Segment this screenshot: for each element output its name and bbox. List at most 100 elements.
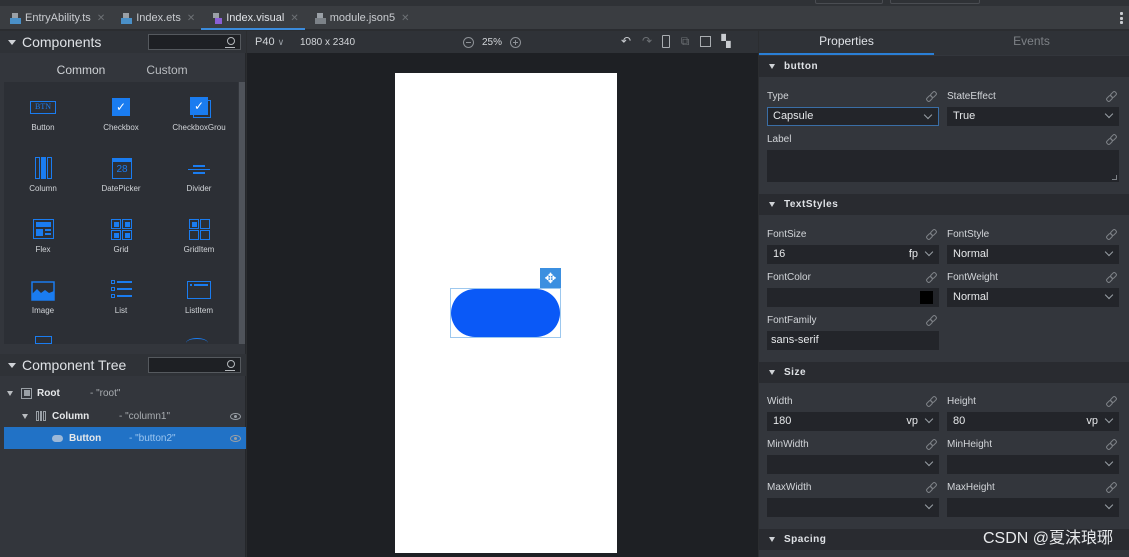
palette-item-label: ListItem [184,306,213,315]
section-button[interactable]: button [759,56,1129,77]
palette-item-divider[interactable]: Divider [160,147,238,207]
link-icon[interactable] [926,229,936,239]
collapse-triangle-icon [769,64,775,69]
palette-item-label: Divider [186,184,212,193]
minheight-input[interactable] [947,455,1119,474]
collapse-triangle-icon [769,202,775,207]
device-selector[interactable]: P40 ∨ [255,36,284,48]
maxwidth-input[interactable] [767,498,939,517]
close-icon[interactable]: ✕ [401,13,409,24]
link-icon[interactable] [1106,134,1116,144]
palette-item-griditem[interactable]: GridItem [160,208,238,268]
palette-item-label: List [114,306,128,315]
undo-icon[interactable]: ↶ [620,35,632,48]
fontweight-select[interactable]: Normal [947,288,1119,307]
palette-item-grid[interactable]: Grid [82,208,160,268]
more-options-icon[interactable] [1120,12,1123,24]
editor-tab-bar: EntryAbility.ts ✕ Index.ets ✕ Index.visu… [0,6,1129,30]
field-minheight: MinHeight [947,438,1119,474]
capsule-button-preview[interactable] [451,289,560,337]
section-size[interactable]: Size [759,362,1129,383]
field-stateeffect: StateEffect True [947,90,1119,126]
fontsize-input[interactable]: 16 fp [767,245,939,264]
tree-node-button[interactable]: Button - "button2" [4,427,246,449]
color-swatch[interactable] [920,291,933,304]
fontstyle-select[interactable]: Normal [947,245,1119,264]
collapse-triangle-icon[interactable] [8,39,16,45]
palette-item-label: Grid [113,245,129,254]
palette-item-checkboxgroup[interactable]: ✓ CheckboxGrou [160,86,238,146]
collapse-triangle-icon[interactable] [8,362,16,368]
close-icon[interactable]: ✕ [187,13,195,24]
palette-item-image[interactable]: Image [4,269,82,329]
link-icon[interactable] [926,396,936,406]
type-select[interactable]: Capsule [767,107,939,126]
tree-search-input[interactable] [148,357,241,373]
minwidth-input[interactable] [767,455,939,474]
layout-toggle-icon[interactable]: ▚ [720,35,732,48]
tab-entryability[interactable]: EntryAbility.ts ✕ [0,6,111,30]
fontfamily-input[interactable]: sans-serif [767,331,939,350]
palette-item-listitem[interactable]: ListItem [160,269,238,329]
link-icon[interactable] [1106,91,1116,101]
link-icon[interactable] [926,272,936,282]
datepicker-icon: 28 [106,157,136,181]
tab-index-ets[interactable]: Index.ets ✕ [111,6,201,30]
tab-index-visual[interactable]: Index.visual ✕ [201,6,306,30]
tree-node-column[interactable]: Column - "column1" [4,405,246,427]
close-icon[interactable]: ✕ [290,13,298,24]
link-icon[interactable] [926,439,936,449]
palette-item-button[interactable]: BTN Button [4,86,82,146]
field-maxwidth: MaxWidth [767,481,939,517]
rotate-device-icon[interactable] [662,35,670,48]
stateeffect-select[interactable]: True [947,107,1119,126]
zoom-in-icon[interactable] [510,36,522,48]
tree-node-name: Column [52,410,90,422]
link-icon[interactable] [926,482,936,492]
component-palette: BTN Button ✓ Checkbox ✓ CheckboxGrou Col… [4,82,238,344]
visibility-eye-icon[interactable] [230,434,241,442]
close-icon[interactable]: ✕ [97,13,105,24]
toolbar-control-ghost [815,0,883,4]
move-handle-icon[interactable]: ✥ [540,268,561,288]
visibility-eye-icon[interactable] [230,412,241,420]
maxheight-input[interactable] [947,498,1119,517]
link-icon[interactable] [1106,229,1116,239]
column-node-icon [36,411,46,421]
tab-module-json5[interactable]: module.json5 ✕ [305,6,416,30]
expand-triangle-icon[interactable] [22,413,28,419]
canvas-tools: ↶ ↷ ⧉ ▚ [620,35,732,48]
griditem-icon [184,218,214,242]
palette-scrollbar[interactable] [239,82,245,344]
tab-events[interactable]: Events [934,31,1129,55]
link-toggle-icon[interactable]: ⧉ [679,35,691,48]
components-search-input[interactable] [148,34,241,50]
redo-icon[interactable]: ↷ [641,35,653,48]
section-textstyles[interactable]: TextStyles [759,194,1129,215]
link-icon[interactable] [926,91,936,101]
palette-item-datepicker[interactable]: 28 DatePicker [82,147,160,207]
label-textarea[interactable] [767,150,1119,182]
tree-node-name: Button [69,432,102,444]
chevron-down-icon [1104,414,1114,424]
tree-node-root[interactable]: Root - "root" [4,382,246,404]
tab-properties[interactable]: Properties [759,31,934,55]
link-icon[interactable] [1106,439,1116,449]
link-icon[interactable] [1106,272,1116,282]
frame-icon[interactable] [700,36,711,47]
link-icon[interactable] [1106,482,1116,492]
palette-item-column[interactable]: Column [4,147,82,207]
field-maxheight: MaxHeight [947,481,1119,517]
zoom-out-icon[interactable] [463,36,474,48]
palette-item-checkbox[interactable]: ✓ Checkbox [82,86,160,146]
component-tree-title: Component Tree [22,357,127,373]
fontcolor-input[interactable] [767,288,939,307]
link-icon[interactable] [1106,396,1116,406]
palette-item-flex[interactable]: Flex [4,208,82,268]
palette-item-list[interactable]: List [82,269,160,329]
ets-file-icon [121,12,133,24]
link-icon[interactable] [926,315,936,325]
width-input[interactable]: 180 vp [767,412,939,431]
expand-triangle-icon[interactable] [7,390,13,396]
height-input[interactable]: 80 vp [947,412,1119,431]
